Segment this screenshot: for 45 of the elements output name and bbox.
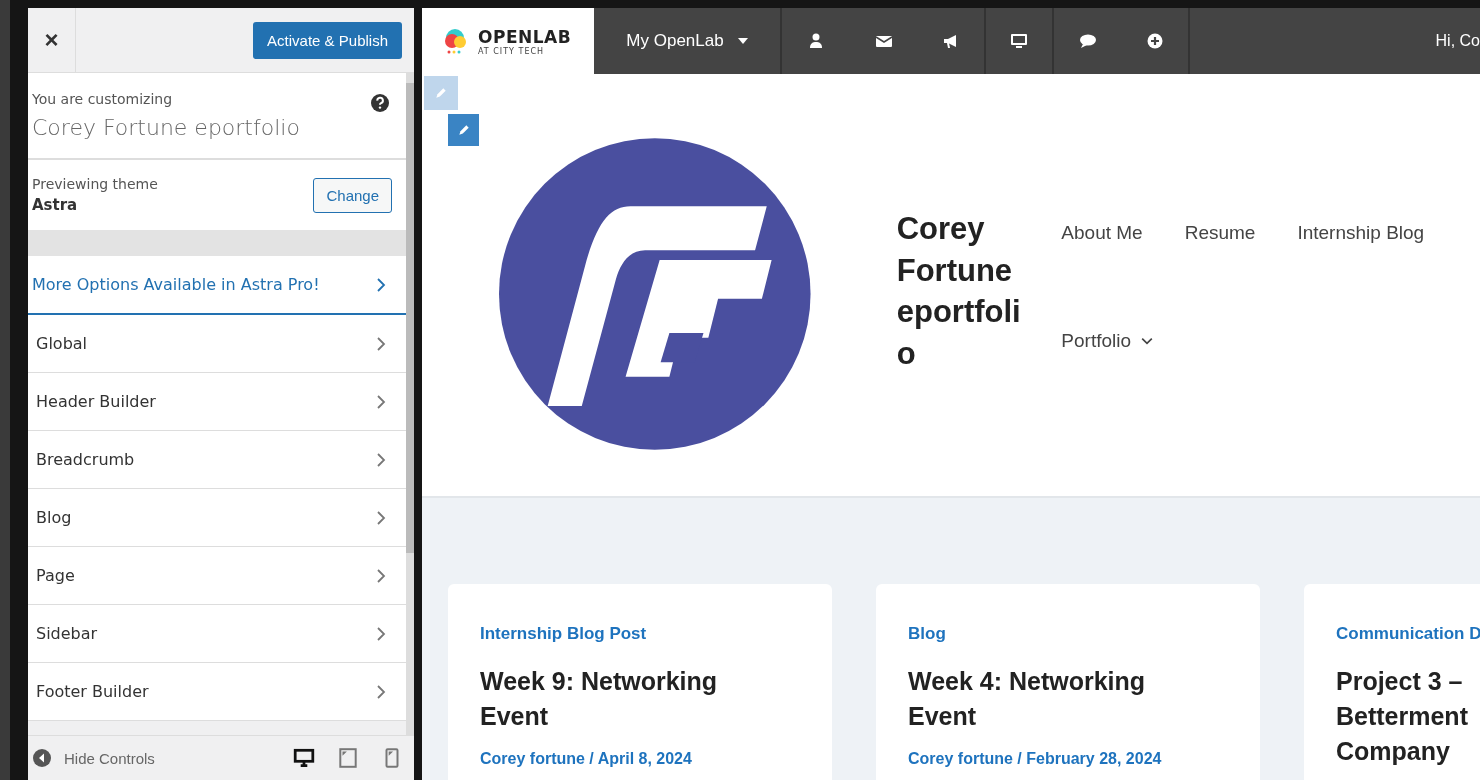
nav-link[interactable]: Resume: [1184, 222, 1256, 244]
chevron-right-icon: [376, 625, 386, 642]
chevron-right-icon: [376, 451, 386, 468]
post-category-link[interactable]: Blog: [908, 624, 1228, 644]
customizer-section-item[interactable]: Header Builder: [28, 373, 406, 431]
nav-link[interactable]: Internship Blog: [1297, 222, 1425, 244]
site-name: Corey Fortune eportfolio: [32, 115, 300, 140]
customizer-section-item[interactable]: Global: [28, 315, 406, 373]
chevron-right-icon: [376, 683, 386, 700]
nav-link[interactable]: Portfolio: [1061, 330, 1154, 352]
nav-link[interactable]: About Me: [1061, 222, 1143, 244]
customizing-label: You are customizing: [32, 91, 174, 107]
scrollbar[interactable]: [406, 73, 414, 735]
chevron-right-icon: [376, 276, 386, 293]
activate-publish-button[interactable]: Activate & Publish: [253, 21, 402, 59]
edit-pencil-icon[interactable]: [448, 114, 480, 146]
customizer-section-item[interactable]: Sidebar: [28, 605, 406, 663]
chevron-right-icon: [376, 567, 386, 584]
customizer-section-item[interactable]: Page: [28, 547, 406, 605]
theme-name: Astra: [32, 196, 79, 214]
post-category-link[interactable]: Internship Blog Post: [480, 624, 800, 644]
greeting-text[interactable]: Hi, Co: [1435, 32, 1480, 50]
site-title[interactable]: Corey Fortune eportfolio: [896, 208, 1022, 375]
help-icon[interactable]: [370, 93, 390, 113]
previewing-theme-label: Previewing theme: [32, 176, 158, 192]
post-title[interactable]: Week 9: Networking Event: [480, 664, 750, 734]
arrow-left-circle-icon: [32, 748, 52, 768]
chevron-right-icon: [376, 335, 386, 352]
chevron-right-icon: [376, 393, 386, 410]
post-title[interactable]: Project 3 – Betterment Company: [1336, 664, 1480, 769]
change-theme-button[interactable]: Change: [313, 177, 392, 213]
customizer-section-item[interactable]: Breadcrumb: [28, 431, 406, 489]
post-meta[interactable]: Corey fortune / April 8, 2024: [480, 750, 800, 768]
customizer-section-item[interactable]: Blog: [28, 489, 406, 547]
tablet-icon: [337, 747, 359, 769]
caret-icon: [737, 38, 748, 44]
desktop-icon: [293, 747, 315, 769]
post-category-link[interactable]: Communication D: [1336, 624, 1480, 644]
openlab-logo[interactable]: OPENLAB AT CITY TECH: [422, 8, 594, 74]
hide-controls-button[interactable]: Hide Controls: [28, 747, 161, 769]
chevron-right-icon: [376, 509, 386, 526]
customizer-section-item[interactable]: Footer Builder: [28, 663, 406, 721]
post-meta[interactable]: Corey fortune / February 28, 2024: [908, 750, 1228, 768]
customizer-section-item[interactable]: More Options Available in Astra Pro!: [28, 256, 406, 315]
post-title[interactable]: Week 4: Networking Event: [908, 664, 1178, 734]
